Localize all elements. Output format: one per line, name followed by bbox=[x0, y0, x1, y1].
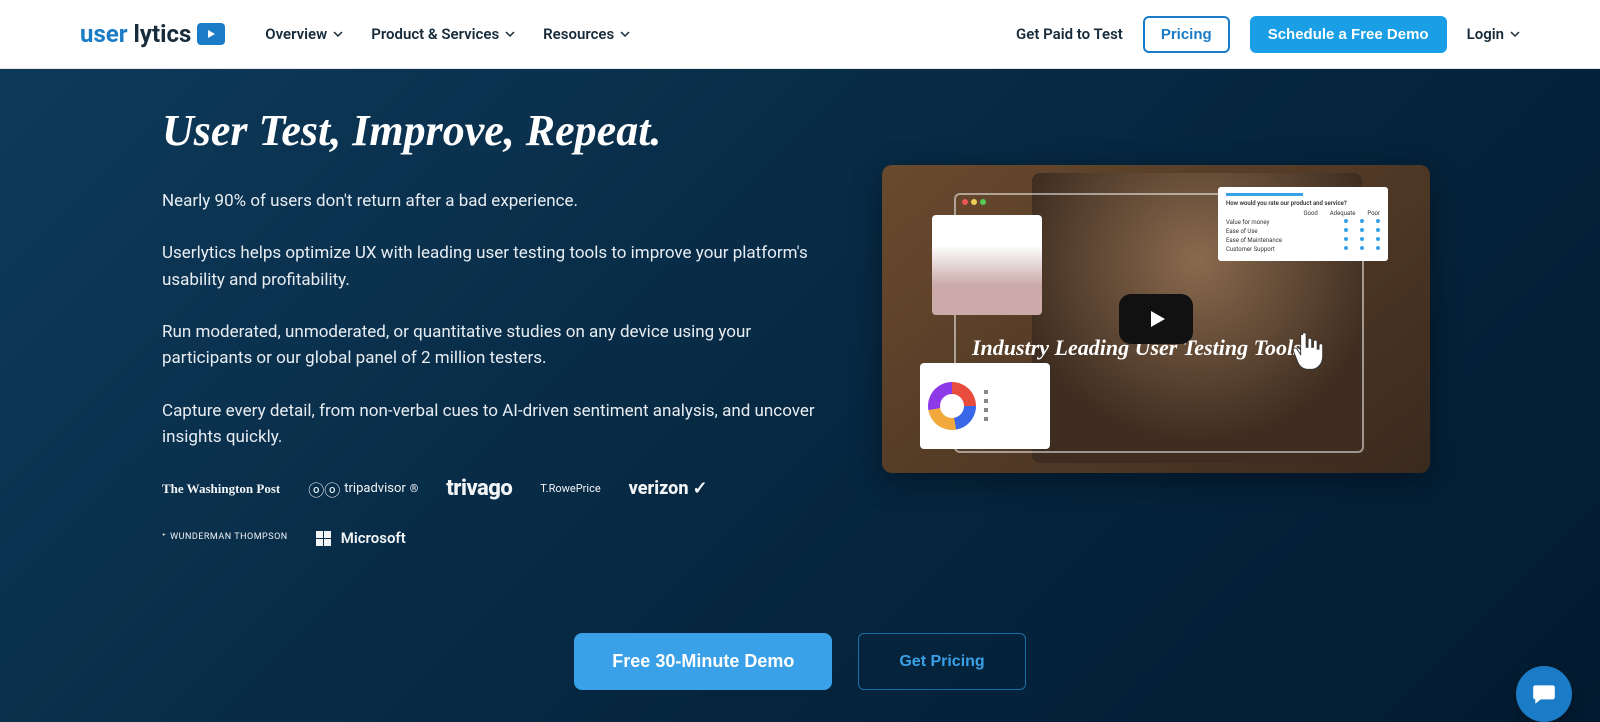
pointer-icon bbox=[1286, 329, 1330, 383]
free-demo-button[interactable]: Free 30-Minute Demo bbox=[574, 633, 832, 690]
video-rating-card: How would you rate our product and servi… bbox=[1218, 187, 1388, 261]
logo[interactable]: userlytics bbox=[80, 20, 225, 48]
hero-content: User Test, Improve, Repeat. Nearly 90% o… bbox=[162, 105, 1438, 547]
play-icon bbox=[1144, 307, 1168, 331]
hero-section: User Test, Improve, Repeat. Nearly 90% o… bbox=[0, 69, 1600, 722]
nav-resources[interactable]: Resources bbox=[543, 25, 630, 43]
nav-label: Product & Services bbox=[371, 25, 499, 43]
brand-logos: The Washington Post ⓞⓞtripadvisor® triva… bbox=[162, 476, 822, 547]
brand-verizon: verizon✓ bbox=[629, 478, 708, 499]
nav-overview[interactable]: Overview bbox=[265, 25, 343, 43]
get-pricing-button[interactable]: Get Pricing bbox=[858, 633, 1025, 690]
brand-wunderman-thompson: ⁺WUNDERMAN THOMPSON bbox=[162, 533, 288, 543]
owl-icon: ⓞⓞ bbox=[308, 477, 340, 501]
microsoft-icon bbox=[316, 531, 331, 546]
play-button[interactable] bbox=[1119, 294, 1193, 344]
chevron-down-icon bbox=[333, 29, 343, 39]
schedule-demo-button[interactable]: Schedule a Free Demo bbox=[1250, 16, 1447, 53]
pie-chart-icon bbox=[928, 382, 976, 430]
brand-trivago: trivago bbox=[446, 476, 512, 501]
nav-label: Resources bbox=[543, 25, 614, 43]
video-person-thumbnail bbox=[932, 215, 1042, 315]
hero-title: User Test, Improve, Repeat. bbox=[162, 105, 822, 156]
nav-label: Overview bbox=[265, 25, 327, 43]
header-left: userlytics Overview Product & Services R… bbox=[80, 20, 630, 48]
hero-paragraph-1: Nearly 90% of users don't return after a… bbox=[162, 188, 822, 214]
header-right: Get Paid to Test Pricing Schedule a Free… bbox=[1016, 16, 1520, 53]
logo-text-user: user bbox=[80, 20, 128, 48]
logo-text-lytics: lytics bbox=[134, 20, 192, 48]
hero-paragraph-2: Userlytics helps optimize UX with leadin… bbox=[162, 240, 822, 293]
site-header: userlytics Overview Product & Services R… bbox=[0, 0, 1600, 69]
pricing-button[interactable]: Pricing bbox=[1143, 16, 1230, 53]
get-paid-link[interactable]: Get Paid to Test bbox=[1016, 25, 1123, 43]
chevron-down-icon bbox=[505, 29, 515, 39]
pie-legend bbox=[984, 390, 991, 423]
cta-row: Free 30-Minute Demo Get Pricing bbox=[0, 633, 1600, 690]
chevron-down-icon bbox=[1510, 29, 1520, 39]
hero-video[interactable]: How would you rate our product and servi… bbox=[882, 165, 1430, 473]
login-label: Login bbox=[1467, 25, 1504, 43]
brand-tripadvisor: ⓞⓞtripadvisor® bbox=[308, 477, 418, 501]
video-pie-card bbox=[920, 363, 1050, 449]
chat-widget-button[interactable] bbox=[1516, 666, 1572, 722]
chat-icon bbox=[1531, 681, 1557, 707]
hero-paragraph-3: Run moderated, unmoderated, or quantitat… bbox=[162, 319, 822, 372]
brand-washington-post: The Washington Post bbox=[162, 481, 280, 497]
login-menu[interactable]: Login bbox=[1467, 25, 1520, 43]
brand-microsoft: Microsoft bbox=[316, 529, 406, 547]
play-icon bbox=[197, 23, 225, 45]
brand-troweprice: T.RowePrice bbox=[540, 482, 600, 495]
nav-product-services[interactable]: Product & Services bbox=[371, 25, 515, 43]
chevron-down-icon bbox=[620, 29, 630, 39]
hero-text: User Test, Improve, Repeat. Nearly 90% o… bbox=[162, 105, 822, 547]
main-nav: Overview Product & Services Resources bbox=[265, 25, 630, 43]
hero-paragraph-4: Capture every detail, from non-verbal cu… bbox=[162, 398, 822, 451]
